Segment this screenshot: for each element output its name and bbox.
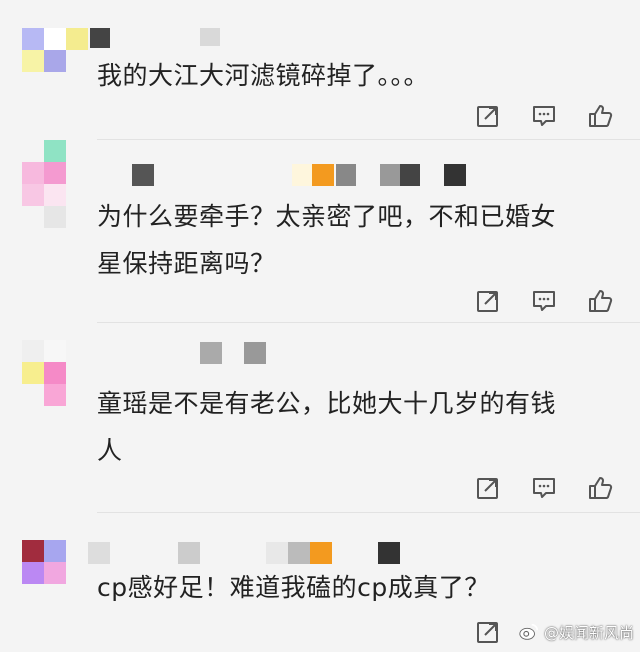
avatar-pixelated[interactable] (22, 28, 92, 74)
comment-item-1: 我的大江大河滤镜碎掉了。。。 (0, 0, 640, 140)
username-pixelated[interactable] (200, 342, 280, 364)
avatar-pixelated[interactable] (22, 340, 72, 410)
comment-icon[interactable] (530, 102, 558, 130)
share-icon[interactable] (474, 287, 502, 315)
avatar-pixelated[interactable] (22, 140, 72, 230)
comment-text-line-1: 童瑶是不是有老公，比她大十几岁的有钱 (97, 389, 557, 418)
comment-item-3: 童瑶是不是有老公，比她大十几岁的有钱 人 (0, 322, 640, 513)
thumbs-up-icon[interactable] (586, 474, 614, 502)
comment-actions (474, 474, 614, 502)
comment-text: 为什么要牵手？太亲密了吧，不和已婚女 星保持距离吗？ (97, 193, 556, 287)
comment-text: cp感好足！难道我磕的cp成真了？ (97, 573, 490, 602)
comment-icon[interactable] (530, 474, 558, 502)
comment-text: 童瑶是不是有老公，比她大十几岁的有钱 人 (97, 380, 556, 474)
comment-text: 我的大江大河滤镜碎掉了。。。 (97, 61, 430, 90)
comment-actions (474, 287, 614, 315)
avatar-pixelated[interactable] (22, 540, 72, 590)
thumbs-up-icon[interactable] (586, 102, 614, 130)
comment-text-line-2: 星保持距离吗？ (97, 249, 276, 278)
comment-icon[interactable] (530, 287, 558, 315)
username-pixelated[interactable] (132, 164, 472, 186)
comment-actions (474, 102, 614, 130)
username-pixelated[interactable] (88, 542, 408, 564)
share-icon[interactable] (474, 618, 502, 646)
thumbs-up-icon[interactable] (586, 287, 614, 315)
weibo-icon (519, 623, 539, 640)
comment-text-line-2: 人 (97, 436, 123, 465)
share-icon[interactable] (474, 474, 502, 502)
comment-text-line-1: 为什么要牵手？太亲密了吧，不和已婚女 (97, 202, 557, 231)
share-icon[interactable] (474, 102, 502, 130)
watermark: @娱闻新风尚 (518, 616, 634, 648)
username-pixelated[interactable] (90, 28, 230, 48)
watermark-text: @娱闻新风尚 (543, 623, 634, 642)
comment-item-2: 为什么要牵手？太亲密了吧，不和已婚女 星保持距离吗？ (0, 140, 640, 323)
comment-feed: 我的大江大河滤镜碎掉了。。。 为什么要牵手？太亲密了吧，不和已婚女 星保持距离吗… (0, 0, 640, 652)
